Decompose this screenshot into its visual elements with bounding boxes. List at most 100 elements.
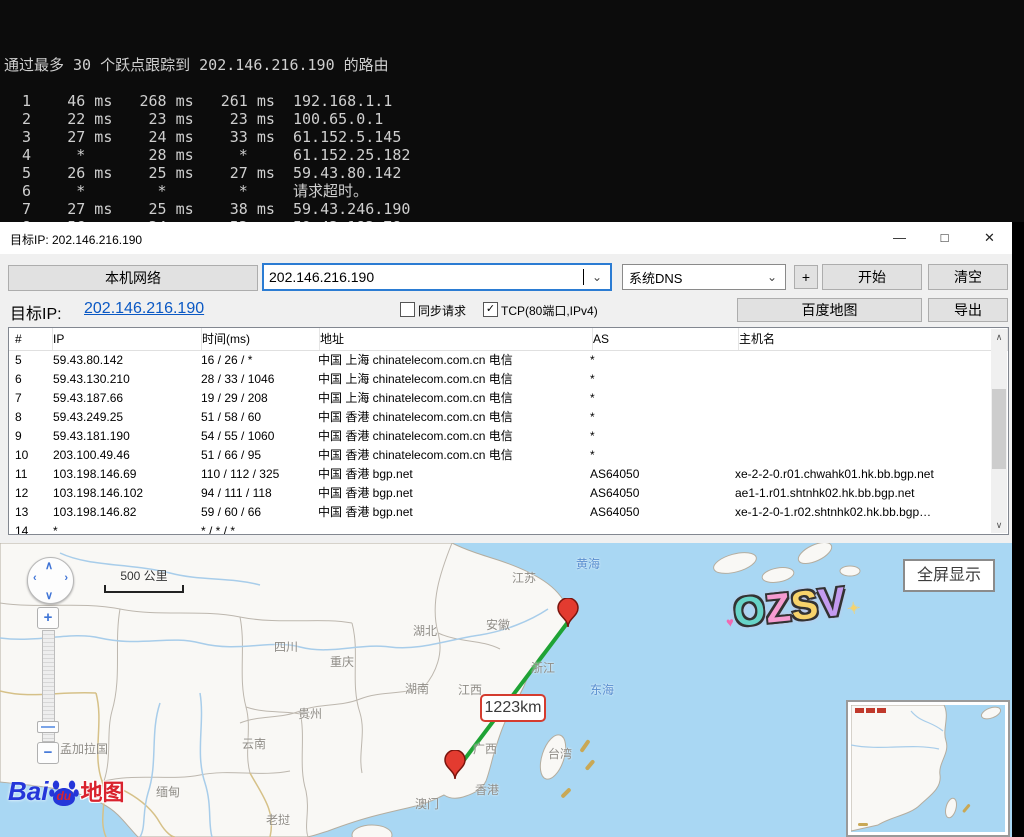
route-marker-pin[interactable]: [557, 598, 579, 628]
col-address: 地址: [320, 328, 593, 350]
table-row[interactable]: 5 59.43.80.142 16 / 26 / * 中国 上海 chinate…: [9, 351, 1008, 370]
terminal-line: 4 * 28 ms * 61.152.25.182: [4, 146, 1024, 164]
dns-select-value: 系统DNS: [623, 268, 759, 287]
pan-up-icon[interactable]: ∧: [45, 559, 53, 572]
scroll-down-icon[interactable]: ∨: [991, 517, 1007, 533]
table-row[interactable]: 8 59.43.249.25 51 / 58 / 60 中国 香港 chinat…: [9, 408, 1008, 427]
map-label: 东海: [590, 681, 614, 698]
terminal-line: [4, 74, 1024, 92]
japan-island: [840, 566, 860, 576]
col-as: AS: [593, 328, 739, 350]
scroll-up-icon[interactable]: ∧: [991, 329, 1007, 345]
clear-button[interactable]: 清空: [928, 264, 1008, 290]
minimize-button[interactable]: —: [877, 222, 922, 254]
pan-left-icon[interactable]: ‹: [33, 572, 37, 584]
map-label: 云南: [242, 735, 266, 752]
terminal-output: 通过最多 30 个跃点跟踪到 202.146.216.190 的路由 1 46 …: [0, 0, 1024, 222]
baidu-logo-du: du: [56, 789, 71, 803]
local-network-button[interactable]: 本机网络: [8, 265, 258, 291]
map-scale: 500 公里: [104, 567, 184, 593]
table-row[interactable]: 13 103.198.146.82 59 / 60 / 66 中国 香港 bgp…: [9, 503, 1008, 522]
map-label: 台湾: [548, 745, 572, 762]
terminal-line: 3 27 ms 24 ms 33 ms 61.152.5.145: [4, 128, 1024, 146]
add-button[interactable]: +: [794, 265, 818, 289]
table-row[interactable]: 12 103.198.146.102 94 / 111 / 118 中国 香港 …: [9, 484, 1008, 503]
map-label: 湖南: [405, 680, 429, 697]
map-label: 贵州: [298, 705, 322, 722]
table-row[interactable]: 14 * * / * / *: [9, 522, 1008, 535]
map-label: 江苏: [512, 569, 536, 586]
target-ip-label: 目标IP:: [10, 300, 62, 324]
map-label: 缅甸: [156, 783, 180, 800]
map-label: 江西: [458, 681, 482, 698]
table-scrollbar[interactable]: ∧ ∨: [991, 329, 1007, 533]
map-label: 老挝: [266, 811, 290, 828]
tcp-checkbox[interactable]: ✓: [483, 302, 498, 317]
pan-down-icon[interactable]: ∨: [45, 589, 53, 602]
map-label: 广西: [473, 740, 497, 757]
screen: 通过最多 30 个跃点跟踪到 202.146.216.190 的路由 1 46 …: [0, 0, 1024, 837]
baidu-map-canvas[interactable]: 黄海江苏安徽湖北四川重庆浙江湖南江西东海贵州云南广西台湾孟加拉国香港澳门缅甸老挝: [0, 543, 1012, 837]
col-hostname: 主机名: [739, 328, 1008, 350]
map-label: 安徽: [486, 616, 510, 633]
target-ip-input[interactable]: [264, 269, 585, 285]
map-label: 湖北: [413, 622, 437, 639]
baidu-logo-map-text: 地图: [80, 775, 124, 807]
table-row[interactable]: 9 59.43.181.190 54 / 55 / 1060 中国 香港 chi…: [9, 427, 1008, 446]
dns-select[interactable]: 系统DNS ⌄: [622, 264, 786, 290]
chevron-down-icon: ⌄: [759, 270, 785, 284]
map-label: 重庆: [330, 653, 354, 670]
sync-request-label: 同步请求: [418, 302, 466, 319]
maximize-icon: □: [941, 230, 949, 245]
map-label: 香港: [475, 781, 499, 798]
zoom-in-button[interactable]: +: [37, 607, 59, 629]
col-hash: #: [9, 328, 53, 350]
sync-request-checkbox[interactable]: [400, 302, 415, 317]
baidu-logo: Bai du 地图: [8, 775, 124, 807]
terminal-line: 7 27 ms 25 ms 38 ms 59.43.246.190: [4, 200, 1024, 218]
zoom-slider-thumb[interactable]: [37, 721, 59, 733]
terminal-line: 1 46 ms 268 ms 261 ms 192.168.1.1: [4, 92, 1024, 110]
terminal-line: 通过最多 30 个跃点跟踪到 202.146.216.190 的路由: [4, 56, 1024, 74]
chevron-down-icon[interactable]: ⌄: [584, 270, 610, 284]
minimize-icon: —: [893, 230, 906, 245]
overview-inset-map[interactable]: [846, 700, 1010, 837]
close-icon: ✕: [984, 230, 995, 245]
table-row[interactable]: 11 103.198.146.69 110 / 112 / 325 中国 香港 …: [9, 465, 1008, 484]
terminal-line: 5 26 ms 25 ms 27 ms 59.43.80.142: [4, 164, 1024, 182]
start-button[interactable]: 开始: [822, 264, 922, 290]
scrollbar-thumb[interactable]: [992, 389, 1006, 469]
table-row[interactable]: 7 59.43.187.66 19 / 29 / 208 中国 上海 china…: [9, 389, 1008, 408]
table-row[interactable]: 6 59.43.130.210 28 / 33 / 1046 中国 上海 chi…: [9, 370, 1008, 389]
target-ip-link[interactable]: 202.146.216.190: [84, 300, 204, 318]
sub-toolbar: 目标IP: 202.146.216.190 同步请求 ✓ TCP(80端口,IP…: [0, 296, 1012, 324]
tcp-checkbox-label: TCP(80端口,IPv4): [501, 302, 598, 319]
map-label: 澳门: [415, 795, 439, 812]
target-ip-combo[interactable]: ⌄: [262, 263, 612, 291]
export-button[interactable]: 导出: [928, 298, 1008, 322]
inset-watermark: [855, 708, 886, 713]
map-scale-bar: [104, 585, 184, 593]
zoom-out-button[interactable]: −: [37, 742, 59, 764]
pan-right-icon[interactable]: ›: [64, 572, 68, 584]
route-marker-pin[interactable]: [444, 750, 466, 780]
col-ip: IP: [53, 328, 202, 350]
baidu-map-button[interactable]: 百度地图: [737, 298, 922, 322]
sparkle-icon: ✦: [846, 600, 862, 618]
terminal-line: 6 * * * 请求超时。: [4, 182, 1024, 200]
terminal-line: 2 22 ms 23 ms 23 ms 100.65.0.1: [4, 110, 1024, 128]
map-label: 孟加拉国: [60, 740, 108, 757]
table-header: # IP 时间(ms) 地址 AS 主机名: [9, 328, 1008, 351]
fullscreen-button[interactable]: 全屏显示: [903, 559, 995, 592]
col-time: 时间(ms): [202, 328, 320, 350]
hops-table: # IP 时间(ms) 地址 AS 主机名 5 59.43.80.142 16 …: [8, 327, 1009, 535]
map-label: 浙江: [531, 659, 555, 676]
besttrace-window: 目标IP: 202.146.216.190 — □ ✕ 本机网络 ⌄ 系统DNS…: [0, 222, 1012, 837]
baidu-paw-icon: du: [49, 777, 79, 807]
map-label: 黄海: [576, 555, 600, 572]
table-row[interactable]: 10 203.100.49.46 51 / 66 / 95 中国 香港 chin…: [9, 446, 1008, 465]
map-pan-control[interactable]: ∧ ∨ ‹ ›: [27, 557, 74, 604]
maximize-button[interactable]: □: [922, 222, 967, 254]
table-body: 5 59.43.80.142 16 / 26 / * 中国 上海 chinate…: [9, 351, 1008, 535]
close-button[interactable]: ✕: [967, 222, 1012, 254]
